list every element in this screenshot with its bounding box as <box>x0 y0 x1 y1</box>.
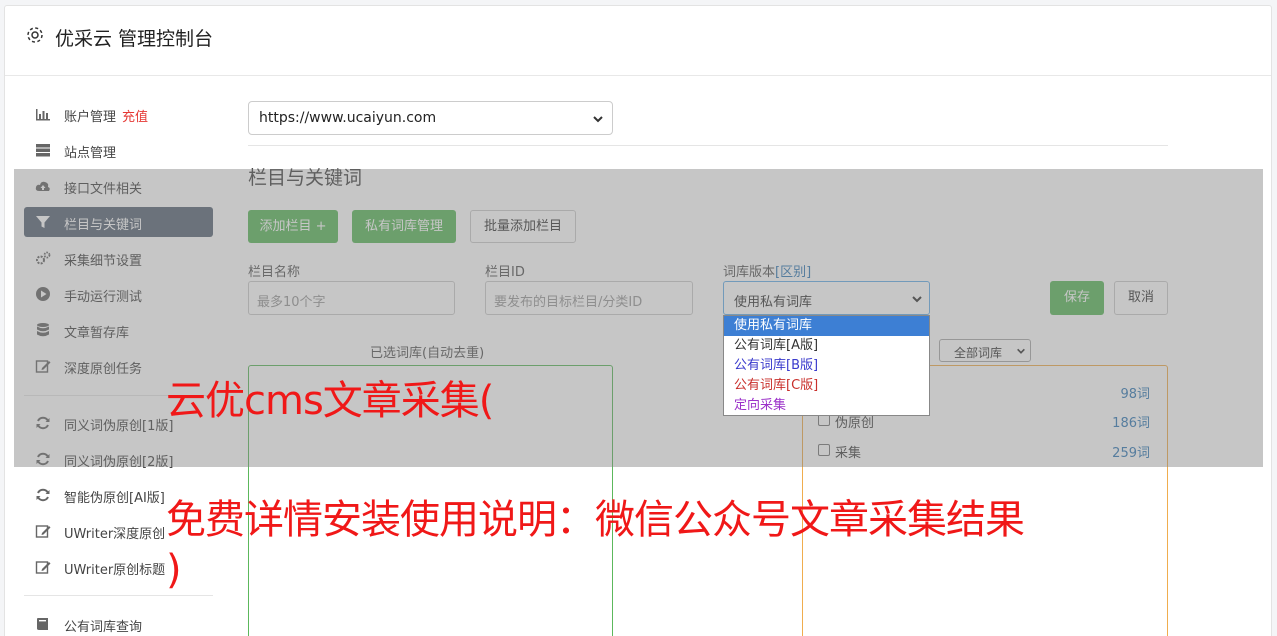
dropdown-option[interactable]: 定向采集 <box>724 396 929 416</box>
recharge-link[interactable]: 充值 <box>122 110 148 125</box>
lib-version-dropdown: 使用私有词库 公有词库[A版] 公有词库[B版] 公有词库[C版] 定向采集 <box>723 315 930 416</box>
refresh-icon <box>36 488 50 502</box>
sidebar-item-label: UWriter原创标题 <box>64 563 166 578</box>
dropdown-option[interactable]: 使用私有词库 <box>724 316 929 336</box>
page-title: 优采云 管理控制台 <box>55 28 214 50</box>
edit-icon <box>35 525 51 538</box>
site-select-value: https://www.ucaiyun.com <box>259 110 437 126</box>
watermark-line-3: ) <box>166 547 182 593</box>
panel-header: 优采云 管理控制台 <box>5 6 1271 76</box>
watermark-line-1: 云优cms文章采集( <box>166 378 494 424</box>
sidebar-item-label: 站点管理 <box>64 146 117 161</box>
site-select[interactable]: https://www.ucaiyun.com <box>248 101 613 135</box>
sidebar-item-label: 账户管理 <box>64 110 117 125</box>
server-icon <box>36 144 50 157</box>
sidebar-item-account[interactable]: 账户管理 充值 <box>24 99 213 129</box>
sidebar-item-label: 公有词库查询 <box>64 620 143 635</box>
sidebar-divider <box>24 595 213 596</box>
sidebar-item-label: UWriter深度原创 <box>64 527 166 542</box>
gear-icon <box>27 27 43 43</box>
bar-chart-icon <box>36 109 50 121</box>
book-icon <box>37 618 48 630</box>
dropdown-option[interactable]: 公有词库[B版] <box>724 356 929 376</box>
dropdown-option[interactable]: 公有词库[C版] <box>724 376 929 396</box>
watermark-line-2: 免费详情安装使用说明：微信公众号文章采集结果 <box>166 497 1025 543</box>
divider <box>248 145 1168 146</box>
dropdown-option[interactable]: 公有词库[A版] <box>724 336 929 356</box>
sidebar-item-sites[interactable]: 站点管理 <box>24 135 213 165</box>
edit-icon <box>35 561 51 574</box>
sidebar-item-public-lib[interactable]: 公有词库查询 <box>24 609 213 636</box>
sidebar-item-uwriter-title[interactable]: UWriter原创标题 <box>24 552 213 582</box>
chevron-down-icon <box>593 116 603 123</box>
sidebar-item-label: 智能伪原创[AI版] <box>64 491 165 506</box>
